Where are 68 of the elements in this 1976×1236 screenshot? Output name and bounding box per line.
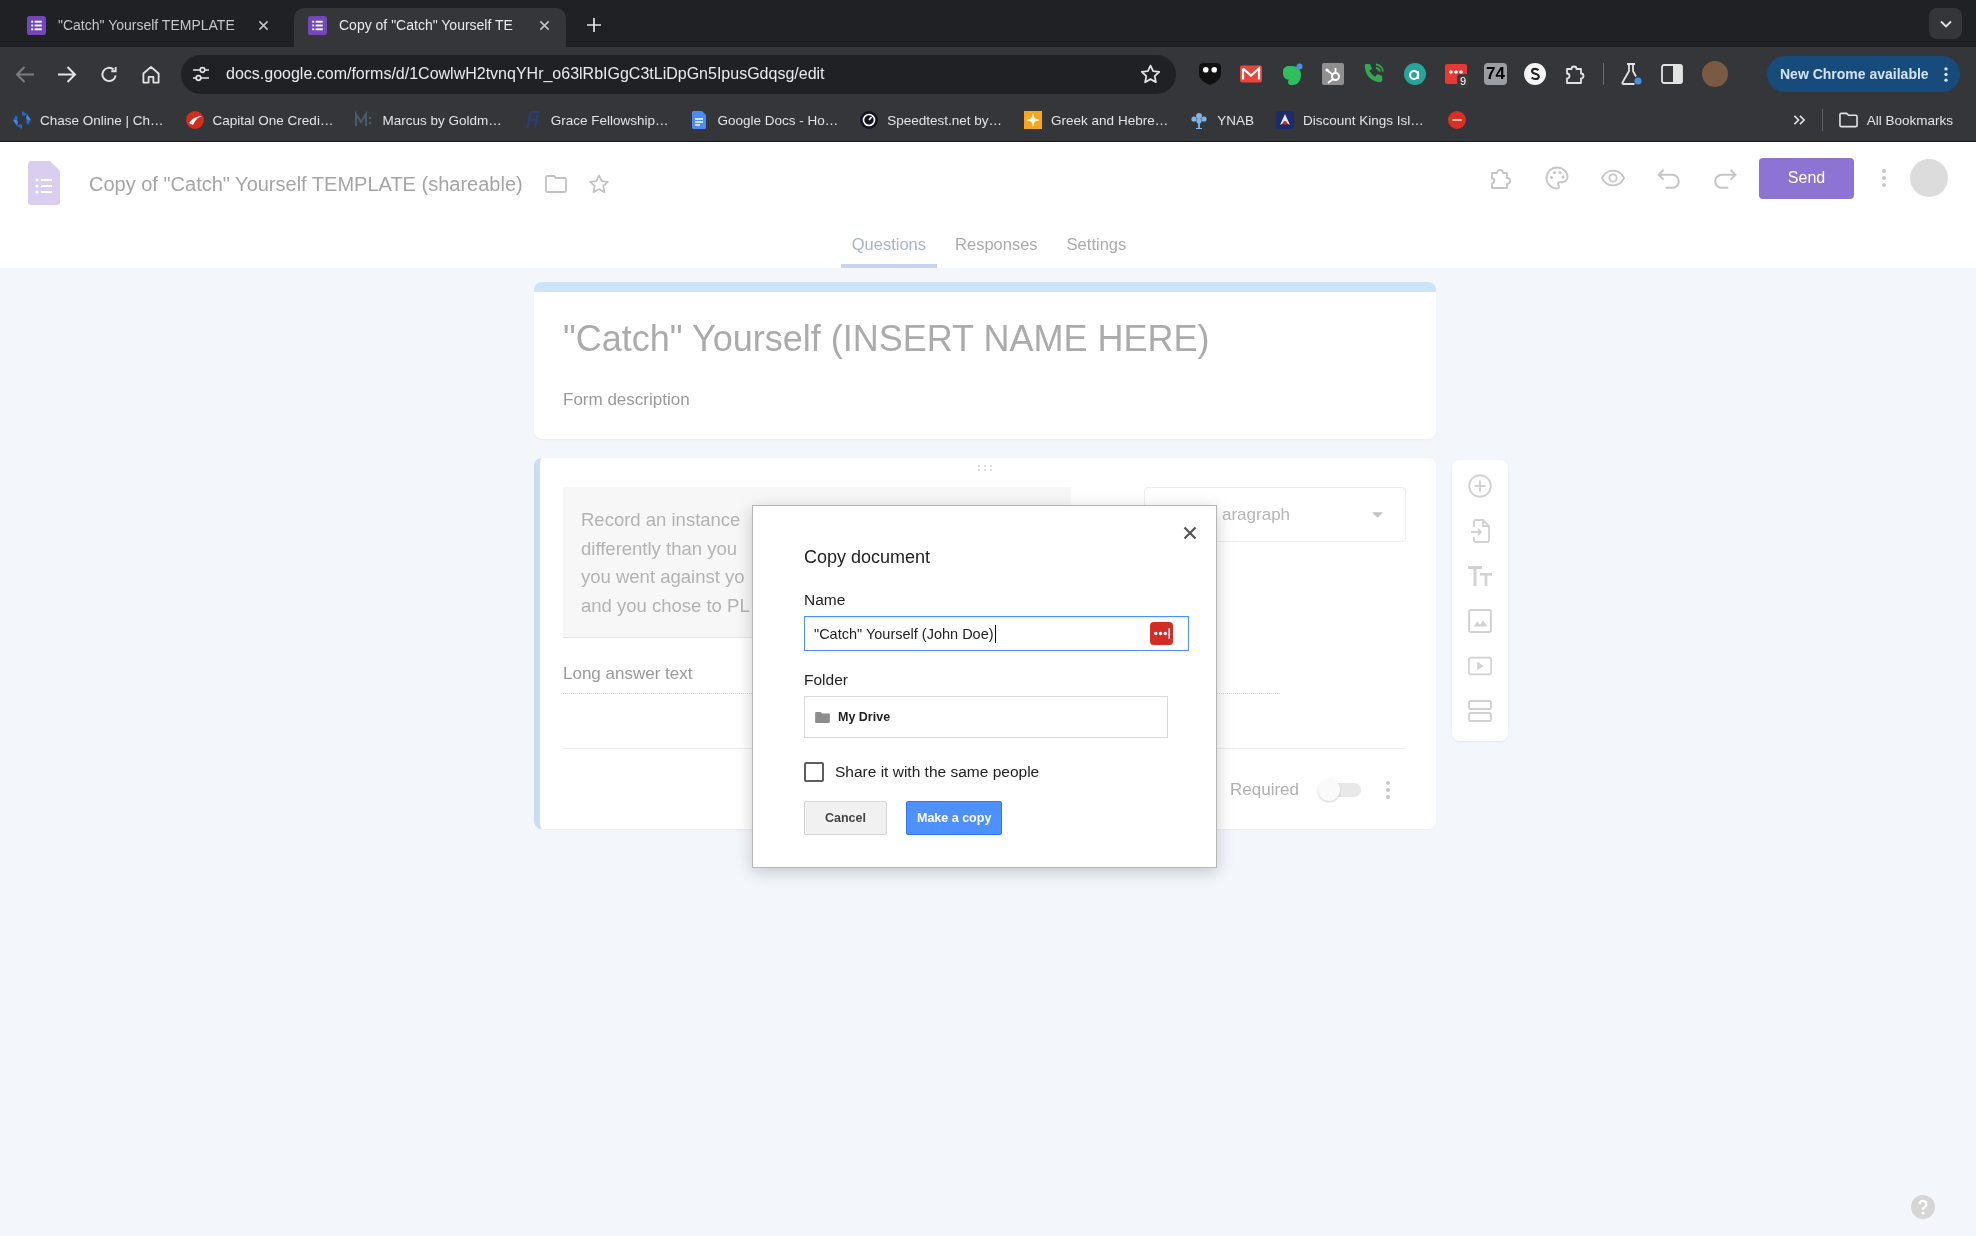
circle-logo-icon[interactable] <box>1447 111 1466 129</box>
star-icon <box>1024 111 1043 129</box>
tab-search-button[interactable] <box>1929 8 1962 39</box>
list-icon <box>27 15 46 35</box>
letter-logo-icon <box>355 111 374 129</box>
chevron-down-icon <box>1939 19 1952 28</box>
gauge-icon <box>860 111 879 129</box>
blob-logo-icon[interactable] <box>1281 63 1303 85</box>
bookmark[interactable]: Grace Fellowship… <box>523 111 669 129</box>
name-field[interactable]: "Catch" Yourself (John Doe) <box>804 616 1189 651</box>
extension-badge: 9 <box>1457 74 1470 88</box>
mask-icon[interactable] <box>1199 63 1221 85</box>
bookmark[interactable]: Chase Online | Ch… <box>13 111 164 129</box>
envelope-icon[interactable] <box>1240 63 1262 85</box>
tune-icon[interactable] <box>192 66 210 82</box>
swoosh-logo-icon <box>185 111 204 129</box>
bookmark[interactable]: Discount Kings Isl… <box>1275 111 1424 129</box>
required-label: Required <box>1230 780 1299 800</box>
folder-field[interactable]: My Drive <box>804 696 1168 738</box>
puzzle-icon[interactable] <box>1564 63 1587 85</box>
list-icon <box>308 15 327 35</box>
name-label: Name <box>804 590 846 610</box>
bookmark[interactable]: Google Docs - Ho… <box>690 111 839 129</box>
bookmark[interactable]: Marcus by Goldm… <box>355 111 502 129</box>
shield-logo-icon <box>1275 111 1294 129</box>
text-cursor <box>994 624 996 643</box>
side-panel-icon[interactable] <box>1660 63 1683 85</box>
ellipsis-icon[interactable] <box>1150 622 1173 645</box>
back-icon[interactable] <box>15 64 35 84</box>
circle-logo-icon[interactable] <box>1523 63 1546 85</box>
folder-icon <box>1838 112 1858 128</box>
all-bookmarks-button[interactable]: All Bookmarks <box>1838 112 1953 128</box>
tree-icon <box>1190 111 1209 129</box>
home-icon[interactable] <box>141 64 161 84</box>
flask-icon[interactable] <box>1619 63 1642 85</box>
new-tab-icon[interactable] <box>587 17 601 32</box>
sprocket-icon[interactable] <box>1322 63 1344 85</box>
star-icon[interactable] <box>1140 64 1161 84</box>
browser-tab[interactable]: "Catch" Yourself TEMPLATE <box>13 8 285 47</box>
ring-logo-icon <box>13 111 31 129</box>
bookmark[interactable]: YNAB <box>1190 111 1254 129</box>
share-checkbox[interactable] <box>804 762 824 782</box>
send-button[interactable]: Send <box>1759 157 1854 199</box>
folder-label: Folder <box>804 670 848 690</box>
share-label: Share it with the same people <box>835 763 1040 781</box>
folder-icon <box>815 711 830 723</box>
double-chevron-icon[interactable] <box>1792 114 1806 126</box>
bookmark[interactable]: Capital One Credi… <box>185 111 334 129</box>
bookmark[interactable]: Greek and Hebre… <box>1024 111 1169 129</box>
circle-logo-icon[interactable] <box>1404 63 1426 85</box>
extension-button[interactable]: 74 <box>1484 63 1507 85</box>
document-icon <box>690 111 709 129</box>
address-bar[interactable]: docs.google.com/forms/d/1CowlwH2tvnqYHr_o63lRbIGgC3tLiDpGn5IpusGdqsg/edit <box>181 54 1176 94</box>
slanted-bars-icon <box>523 111 542 129</box>
close-icon[interactable] <box>1183 526 1197 540</box>
required-toggle[interactable] <box>1318 779 1361 801</box>
drag-handle-icon[interactable] <box>976 465 993 471</box>
reload-icon[interactable] <box>99 64 119 84</box>
update-button[interactable]: New Chrome available <box>1767 56 1960 92</box>
cancel-button[interactable]: Cancel <box>804 801 887 835</box>
dialog-title: Copy document <box>804 546 931 568</box>
browser-tab[interactable]: Copy of "Catch" Yourself TE <box>294 8 566 47</box>
caret-icon <box>1372 511 1383 518</box>
bookmark[interactable]: Speedtest.net by… <box>860 111 1003 129</box>
star-icon[interactable] <box>587 174 610 194</box>
phone-icon[interactable] <box>1363 63 1385 85</box>
forward-icon[interactable] <box>57 64 77 84</box>
more-icon[interactable] <box>1944 66 1948 82</box>
